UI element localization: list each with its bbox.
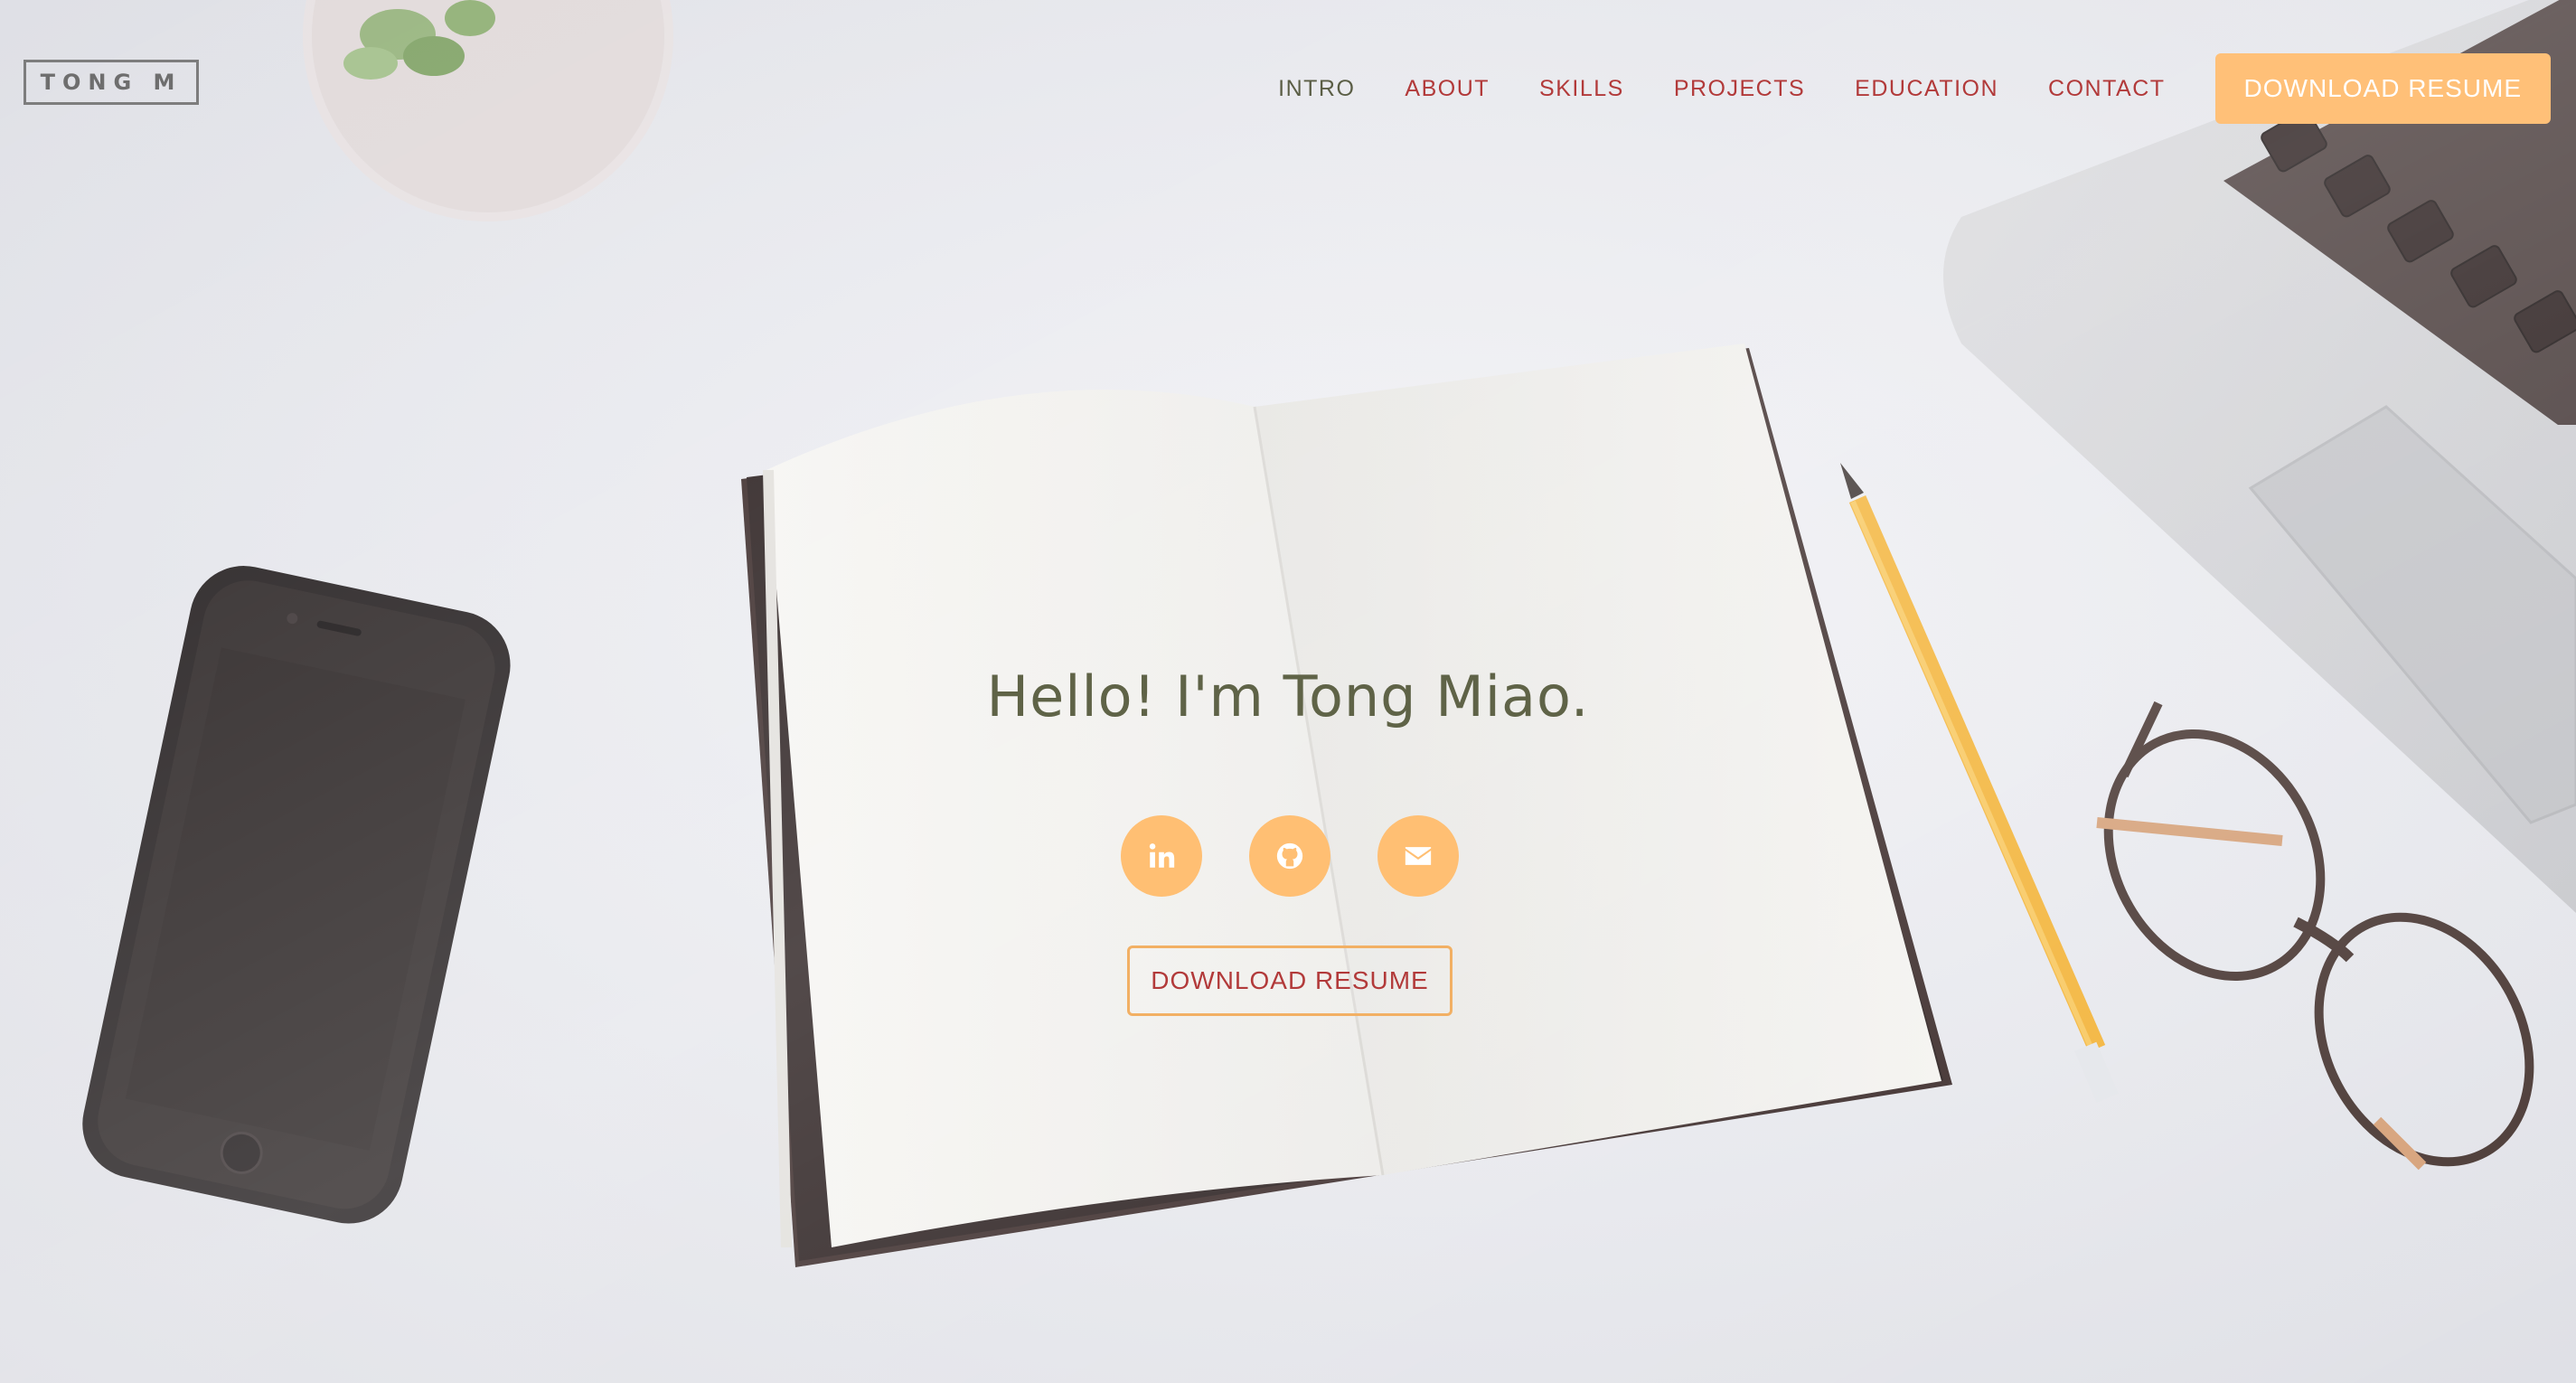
logo-text: TONG M <box>40 70 183 95</box>
nav-link-about[interactable]: ABOUT <box>1405 76 1490 102</box>
github-link[interactable] <box>1249 815 1330 897</box>
github-icon <box>1276 842 1303 870</box>
nav-link-intro[interactable]: INTRO <box>1278 76 1355 102</box>
hero-section: TONG M INTRO ABOUT SKILLS PROJECTS EDUCA… <box>0 0 2576 1383</box>
social-links <box>1121 815 1506 897</box>
download-resume-hero-button[interactable]: DOWNLOAD RESUME <box>1127 946 1453 1016</box>
linkedin-link[interactable] <box>1121 815 1202 897</box>
nav-link-contact[interactable]: CONTACT <box>2048 76 2165 102</box>
site-logo[interactable]: TONG M <box>24 60 199 105</box>
envelope-icon <box>1405 847 1432 865</box>
hero-headline: Hello! I'm Tong Miao. <box>986 663 1590 729</box>
linkedin-icon <box>1149 843 1175 868</box>
email-link[interactable] <box>1377 815 1459 897</box>
nav-link-skills[interactable]: SKILLS <box>1539 76 1624 102</box>
main-nav: INTRO ABOUT SKILLS PROJECTS EDUCATION CO… <box>1278 53 2576 124</box>
download-resume-nav-button[interactable]: DOWNLOAD RESUME <box>2214 53 2551 124</box>
nav-link-projects[interactable]: PROJECTS <box>1674 76 1805 102</box>
download-resume-hero-label: DOWNLOAD RESUME <box>1151 966 1429 994</box>
nav-link-education[interactable]: EDUCATION <box>1855 76 1998 102</box>
